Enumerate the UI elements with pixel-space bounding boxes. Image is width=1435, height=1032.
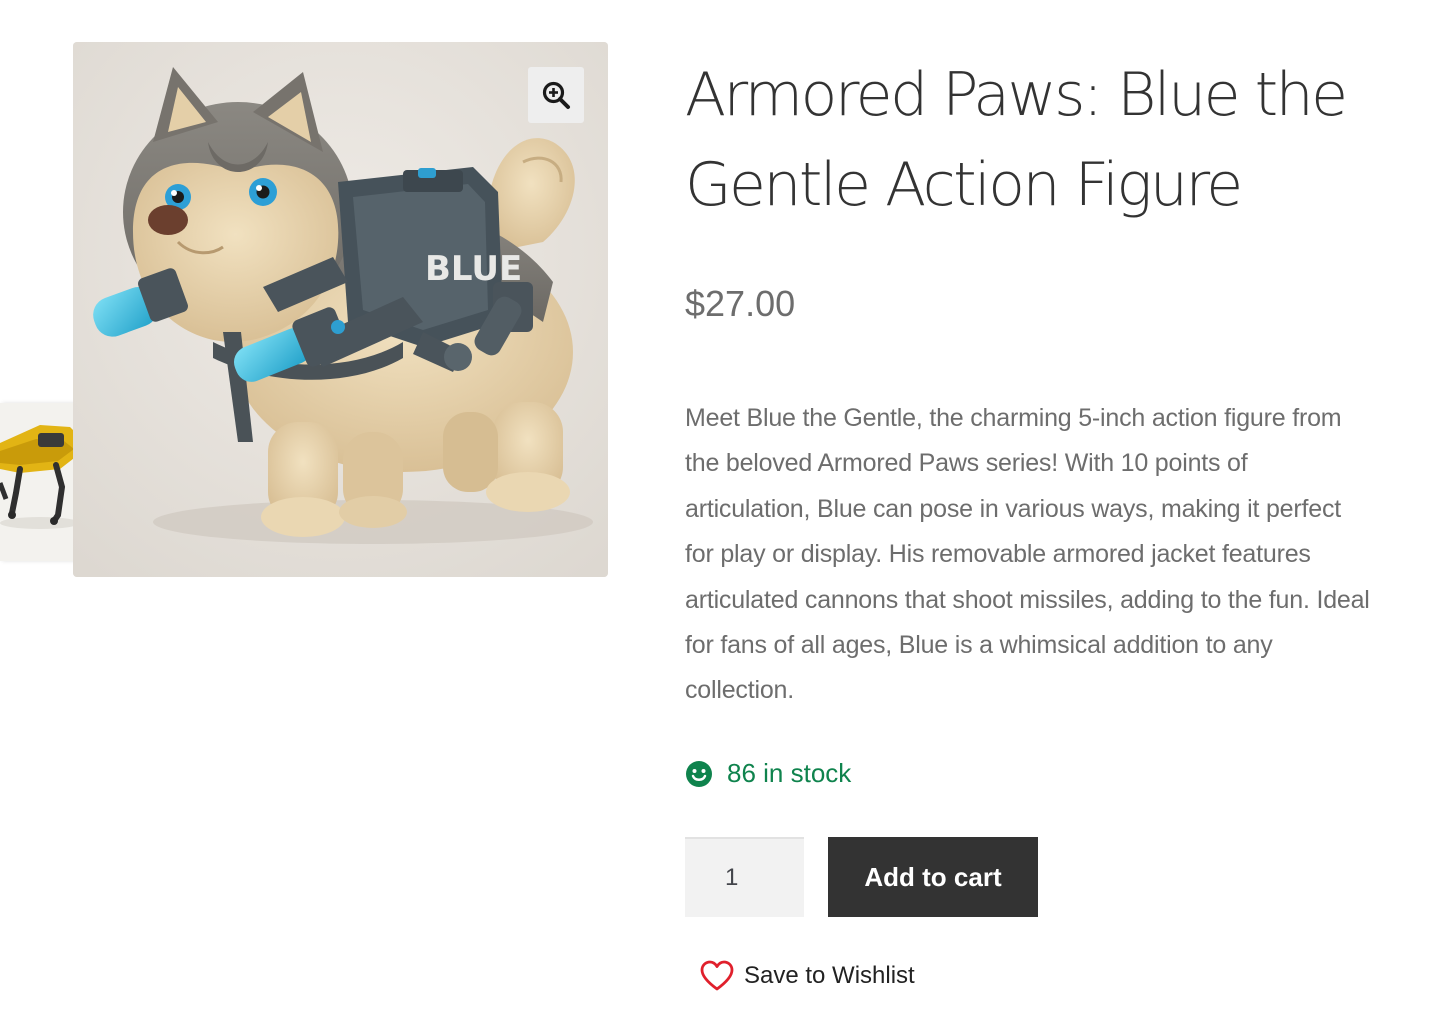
product-title: Armored Paws: Blue the Gentle Action Fig… bbox=[685, 60, 1348, 220]
zoom-button[interactable] bbox=[528, 67, 584, 123]
product-image[interactable]: BLUE bbox=[73, 42, 608, 577]
product-description: Meet Blue the Gentle, the charming 5-inc… bbox=[685, 404, 1370, 705]
product-summary: Armored Paws: Blue the Gentle Action Fig… bbox=[685, 50, 1385, 230]
stock-text: 86 in stock bbox=[727, 758, 852, 788]
save-to-wishlist-link[interactable]: Save to Wishlist bbox=[700, 960, 915, 992]
heart-icon bbox=[700, 960, 734, 991]
quantity-input[interactable] bbox=[685, 837, 804, 917]
stock-status: 86 in stock bbox=[685, 758, 851, 789]
product-price: $27.00 bbox=[685, 283, 796, 324]
smiley-icon bbox=[686, 760, 712, 787]
husky-figure-image: BLUE bbox=[73, 42, 608, 577]
gallery-thumbnail[interactable] bbox=[0, 403, 78, 561]
robot-dog-thumbnail-image bbox=[0, 403, 78, 561]
add-to-cart-button[interactable]: Add to cart bbox=[828, 837, 1038, 917]
zoom-in-icon bbox=[542, 81, 570, 109]
wishlist-label: Save to Wishlist bbox=[744, 962, 915, 989]
